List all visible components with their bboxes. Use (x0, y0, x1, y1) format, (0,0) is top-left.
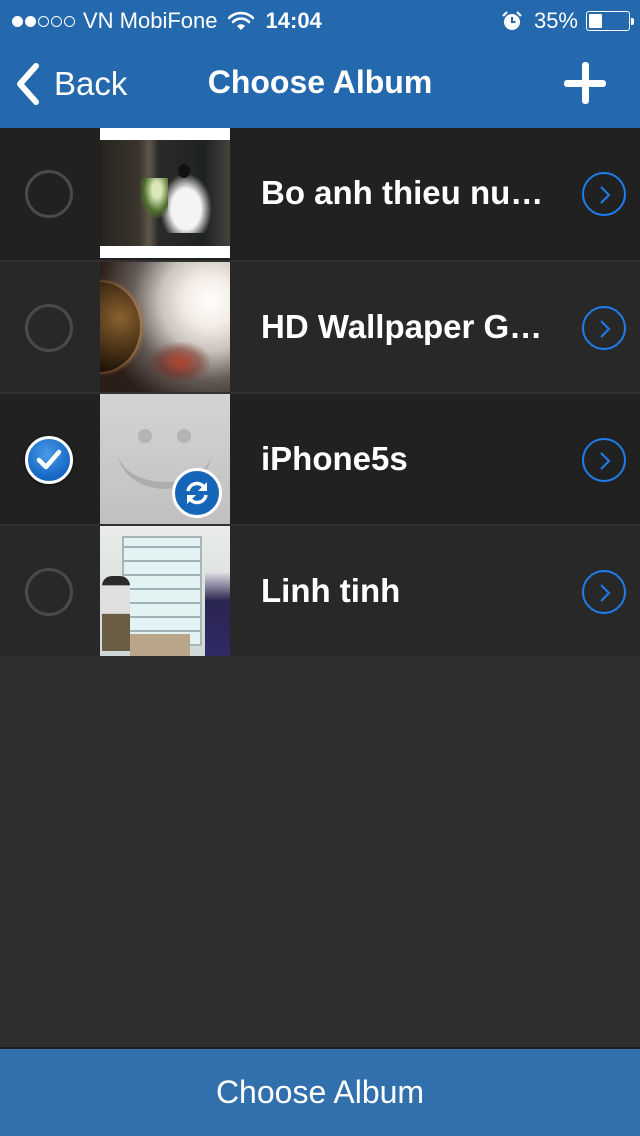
signal-dot (25, 15, 36, 27)
thumbnail-head (178, 164, 190, 178)
chevron-left-icon (17, 63, 39, 105)
back-label: Back (54, 65, 128, 102)
navigation-bar: Back Choose Album (0, 40, 640, 128)
thumbnail-person (102, 576, 130, 651)
sync-badge (172, 468, 222, 518)
chevron-right-icon (600, 186, 611, 204)
carrier-name: VN MobiFone (83, 8, 218, 33)
battery-icon (586, 11, 634, 31)
album-row[interactable]: HD Wallpaper G… (0, 260, 640, 392)
album-row[interactable]: Bo anh thieu nu… (0, 128, 640, 260)
clock-time: 14:04 (265, 8, 322, 33)
thumbnail-banner (205, 571, 230, 656)
thumbnail-flowers (140, 178, 168, 218)
checkmark-icon (36, 449, 62, 470)
signal-dot (38, 15, 49, 27)
choose-album-button[interactable]: Choose Album (0, 1047, 640, 1136)
add-album-button[interactable] (562, 60, 608, 106)
chevron-right-icon (600, 320, 611, 338)
album-list: Bo anh thieu nu… HD Wallpaper G… iPhone5… (0, 128, 640, 656)
album-name: Linh tinh (261, 572, 401, 609)
choose-album-screen: VN MobiFone 14:04 35% Back Choose Album … (0, 0, 640, 1136)
album-detail-button[interactable] (582, 438, 626, 482)
back-button[interactable]: Back (14, 60, 127, 108)
album-detail-button[interactable] (582, 306, 626, 350)
signal-strength-icon (12, 15, 75, 27)
signal-dot (12, 15, 23, 27)
thumbnail-cabinet (122, 536, 202, 646)
thumbnail-box (130, 634, 190, 656)
album-name: iPhone5s (261, 440, 408, 477)
select-radio[interactable] (25, 568, 73, 616)
album-thumbnail (100, 526, 230, 656)
signal-dot (64, 15, 75, 27)
status-right: 35% (502, 8, 634, 34)
sync-icon (186, 481, 208, 505)
album-detail-button[interactable] (582, 172, 626, 216)
battery-percent: 35% (533, 8, 578, 33)
battery-level-fill (589, 14, 602, 28)
select-radio-checked[interactable] (25, 436, 73, 484)
album-thumbnail (100, 394, 230, 524)
album-row[interactable]: iPhone5s (0, 392, 640, 524)
album-thumbnail (100, 262, 230, 392)
chevron-right-icon (600, 452, 611, 470)
album-thumbnail (100, 128, 230, 258)
alarm-clock-icon (502, 11, 522, 30)
album-row[interactable]: Linh tinh (0, 524, 640, 656)
select-radio[interactable] (25, 304, 73, 352)
chevron-right-icon (600, 584, 611, 602)
select-radio[interactable] (25, 170, 73, 218)
thumbnail-planet (100, 282, 140, 372)
signal-dot (51, 15, 62, 27)
album-name: HD Wallpaper G… (261, 308, 543, 345)
album-detail-button[interactable] (582, 570, 626, 614)
battery-tip (631, 18, 634, 25)
status-bar: VN MobiFone 14:04 35% (0, 0, 640, 40)
header: VN MobiFone 14:04 35% Back Choose Album (0, 0, 640, 128)
thumbnail-nebula (150, 342, 210, 382)
album-name: Bo anh thieu nu… (261, 174, 544, 211)
status-left: VN MobiFone 14:04 (12, 8, 322, 34)
wifi-icon (227, 11, 254, 30)
